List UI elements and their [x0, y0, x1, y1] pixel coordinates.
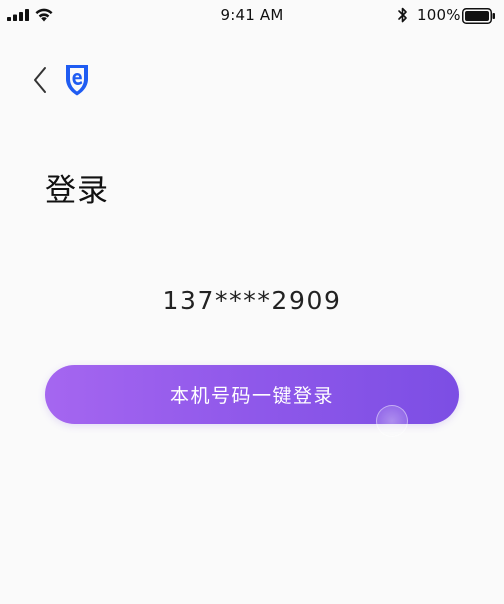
status-bar: 9:41 AM 100% [0, 0, 504, 32]
back-button[interactable] [28, 64, 52, 96]
shield-e-logo-icon [66, 65, 88, 96]
bluetooth-icon [398, 7, 407, 23]
battery-icon [462, 8, 495, 24]
page-title: 登录 [45, 173, 109, 209]
login-button-label: 本机号码一键登录 [169, 385, 334, 407]
chevron-left-icon [34, 67, 46, 93]
battery-percent: 100% [417, 6, 461, 24]
one-tap-login-button[interactable]: 本机号码一键登录 [45, 365, 459, 424]
masked-phone-number: 137****2909 [162, 286, 342, 315]
